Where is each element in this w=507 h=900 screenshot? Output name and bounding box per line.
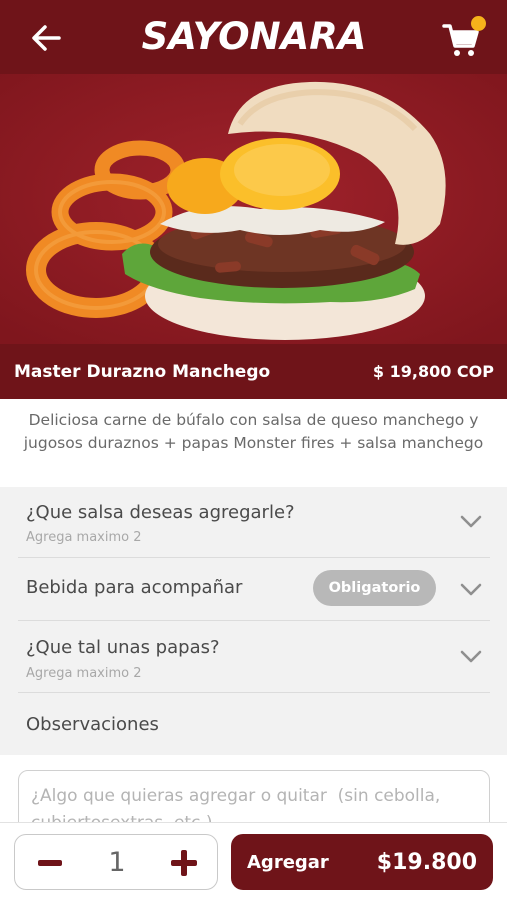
chevron-down-icon [460, 583, 482, 596]
product-title-bar: Master Durazno Manchego $ 19,800 COP [0, 344, 507, 399]
product-price: $ 19,800 COP [372, 362, 494, 381]
option-salsa[interactable]: ¿Que salsa deseas agregarle? Agrega maxi… [18, 487, 490, 558]
product-name: Master Durazno Manchego [14, 361, 271, 382]
product-description: Deliciosa carne de búfalo con salsa de q… [23, 411, 484, 452]
add-to-cart-button[interactable]: Agregar $19.800 [231, 834, 493, 890]
arrow-left-icon [32, 25, 61, 51]
bottom-cart-bar: 1 Agregar $19.800 [0, 822, 507, 900]
option-title: ¿Que tal unas papas? [26, 637, 220, 658]
brand-logo: SAYONARA [141, 15, 367, 58]
option-title: Bebida para acompañar [26, 577, 243, 598]
back-button[interactable] [26, 20, 66, 56]
quantity-value: 1 [108, 847, 126, 878]
option-observaciones: Observaciones [18, 693, 490, 755]
add-button-price: $19.800 [376, 849, 477, 875]
required-badge: Obligatorio [313, 570, 436, 606]
minus-icon [38, 860, 62, 866]
cart-badge-dot [471, 16, 486, 31]
option-papas[interactable]: ¿Que tal unas papas? Agrega maximo 2 [18, 621, 490, 693]
chevron-down-icon [460, 650, 482, 663]
plus-icon [171, 850, 197, 876]
option-title: ¿Que salsa deseas agregarle? [26, 502, 295, 523]
option-subtitle: Agrega maximo 2 [26, 666, 142, 681]
add-button-label: Agregar [247, 851, 329, 873]
option-title: Observaciones [26, 714, 159, 735]
decrease-quantity-button[interactable] [25, 843, 75, 883]
increase-quantity-button[interactable] [159, 843, 209, 883]
quantity-stepper: 1 [14, 834, 218, 890]
option-subtitle: Agrega maximo 2 [26, 530, 142, 545]
option-bebida[interactable]: Bebida para acompañar Obligatorio [18, 558, 490, 621]
product-image [0, 74, 507, 344]
top-bar: SAYONARA [0, 0, 507, 74]
cart-button[interactable] [440, 16, 488, 60]
chevron-down-icon [460, 515, 482, 528]
options-list: ¿Que salsa deseas agregarle? Agrega maxi… [0, 487, 507, 755]
